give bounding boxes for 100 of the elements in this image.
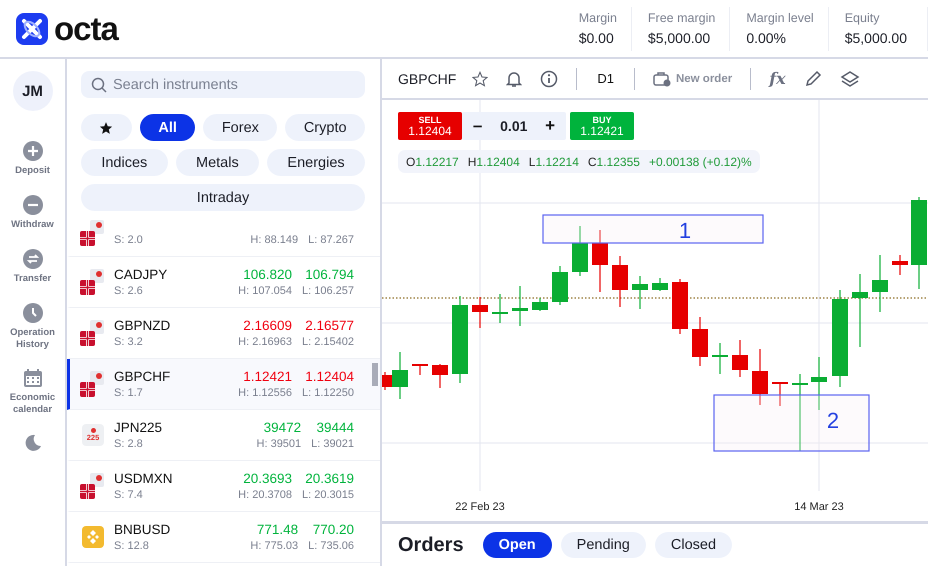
instrument-name: USDMXN [114, 471, 174, 486]
bid-price: 2.16609 [243, 318, 292, 333]
low-text: L: 20.3015 [302, 489, 354, 501]
ask-price: 1.12404 [305, 369, 354, 384]
candle [592, 230, 608, 292]
low-text: L: 1.12250 [302, 387, 354, 399]
high-text: H: 88.149 [250, 234, 298, 246]
star-icon [99, 120, 114, 134]
orders-tab[interactable]: Pending [560, 532, 646, 558]
briefcase-icon [652, 70, 671, 86]
stat-label: Equity [844, 11, 880, 25]
candle [532, 298, 548, 311]
filter-chip[interactable]: Indices [81, 149, 168, 176]
candle [892, 255, 908, 275]
ask-price: 770.20 [312, 522, 354, 537]
ask-price: 39444 [316, 420, 354, 435]
instrument-name: BNBUSD [114, 522, 172, 537]
clock-icon [22, 302, 42, 323]
filter-chip[interactable]: Intraday [81, 184, 365, 211]
logo-icon [16, 12, 48, 44]
nav-item[interactable]: Operation History [4, 302, 62, 350]
nav-item[interactable]: Transfer [4, 248, 62, 285]
increase-button[interactable]: + [541, 116, 560, 136]
spread-text: S: 2.8 [114, 438, 144, 450]
filter-chip[interactable]: Crypto [285, 114, 366, 141]
ask-price: 106.794 [305, 267, 354, 282]
candle [752, 349, 768, 405]
ask-price: 2.16577 [305, 318, 354, 333]
instrument-name: CADJPY [114, 267, 168, 282]
plus-icon [22, 141, 42, 161]
candle [432, 364, 448, 388]
moon-icon [24, 434, 42, 452]
stat-value: $5,000.00 [648, 30, 712, 46]
annotation-label: 2 [826, 408, 840, 433]
nav-item[interactable]: Withdraw [4, 194, 62, 231]
stat-value: 0.00% [746, 30, 788, 46]
annotation-label: 1 [678, 218, 692, 243]
low-text: L: 39021 [311, 438, 354, 450]
instrument-name: GBPNZD [114, 318, 172, 333]
low-text: L: 87.267 [308, 234, 354, 246]
flags-icon [80, 473, 106, 499]
nav-item[interactable]: Economic calendar [4, 368, 62, 416]
low-text: L: 735.06 [308, 540, 354, 552]
instrument-name: GBPCHF [114, 369, 172, 384]
spread-text: S: 2.0 [114, 234, 144, 246]
annotation-box[interactable] [542, 214, 764, 244]
avatar[interactable]: JM [12, 71, 52, 111]
ohlc-value: L1.12214 [528, 154, 579, 168]
star-icon[interactable] [472, 70, 488, 86]
orders-tab[interactable]: Closed [654, 532, 732, 558]
ohlc-value: C1.12355 [588, 154, 640, 168]
symbol-label: GBPCHF [398, 70, 456, 86]
instrument-row[interactable]: CADJPY S: 2.6 106.820 H: 107.054 106.794 L: 106.257 [67, 257, 380, 308]
ask-price: 20.3619 [305, 471, 354, 486]
annotation-box[interactable] [713, 394, 870, 452]
indicators-button[interactable]: fx [769, 69, 786, 88]
candle [692, 317, 708, 366]
info-icon[interactable] [540, 70, 558, 88]
low-text: L: 106.257 [302, 285, 354, 297]
instrument-name: JPN225 [114, 420, 164, 435]
lot-stepper[interactable]: – 0.01 + [462, 112, 566, 140]
stat-value: $5,000.00 [844, 30, 907, 46]
sell-button[interactable]: SELL 1.12404 [398, 112, 462, 140]
instrument-row[interactable]: S: 2.0 H: 88.149 L: 87.267 [67, 215, 380, 257]
pencil-icon[interactable] [804, 70, 822, 88]
instrument-row[interactable]: BNBUSD S: 12.8 771.48 H: 775.03 770.20 L: 735.06 [67, 512, 380, 563]
search-icon [91, 77, 107, 93]
high-text: H: 107.054 [238, 285, 292, 297]
change-value: +0.00138 (+0.12)% [648, 154, 752, 168]
filter-chip[interactable]: Energies [267, 149, 366, 176]
search-field[interactable]: Search instruments [81, 71, 365, 98]
decrease-button[interactable]: – [468, 116, 486, 136]
orders-tab[interactable]: Open [482, 532, 552, 558]
high-text: H: 775.03 [250, 540, 298, 552]
timeframe-button[interactable]: D1 [595, 71, 616, 86]
candle [732, 340, 748, 377]
instrument-row[interactable]: GBPCHF S: 1.7 1.12421 H: 1.12556 1.12404 L: 1.12250 [67, 359, 380, 410]
bell-icon[interactable] [506, 70, 522, 88]
spread-text: S: 7.4 [114, 489, 144, 501]
high-text: H: 39501 [256, 438, 302, 450]
transfer-icon [22, 248, 42, 269]
high-text: H: 20.3708 [238, 489, 292, 501]
candle [872, 255, 888, 312]
filter-chip[interactable]: Forex [203, 114, 278, 141]
candle [712, 343, 728, 374]
filter-chip[interactable]: Metals [176, 149, 260, 176]
candle [412, 364, 428, 375]
candle [772, 382, 788, 406]
filter-chip[interactable] [81, 114, 132, 141]
ohlc-value: H1.12404 [468, 154, 520, 168]
axis-label: 14 Mar 23 [794, 501, 844, 513]
layers-icon[interactable] [840, 70, 860, 88]
nav-item[interactable] [24, 434, 42, 452]
orders-title: Orders [398, 534, 464, 556]
flags-icon [80, 371, 106, 397]
instrument-row[interactable]: USDMXN S: 7.4 20.3693 H: 20.3708 20.3619 L: 20.3015 [67, 461, 380, 512]
candle [472, 297, 488, 328]
nav-item[interactable]: Deposit [4, 141, 62, 177]
filter-chip[interactable]: All [140, 114, 196, 141]
stat-label: Margin level [746, 11, 814, 25]
